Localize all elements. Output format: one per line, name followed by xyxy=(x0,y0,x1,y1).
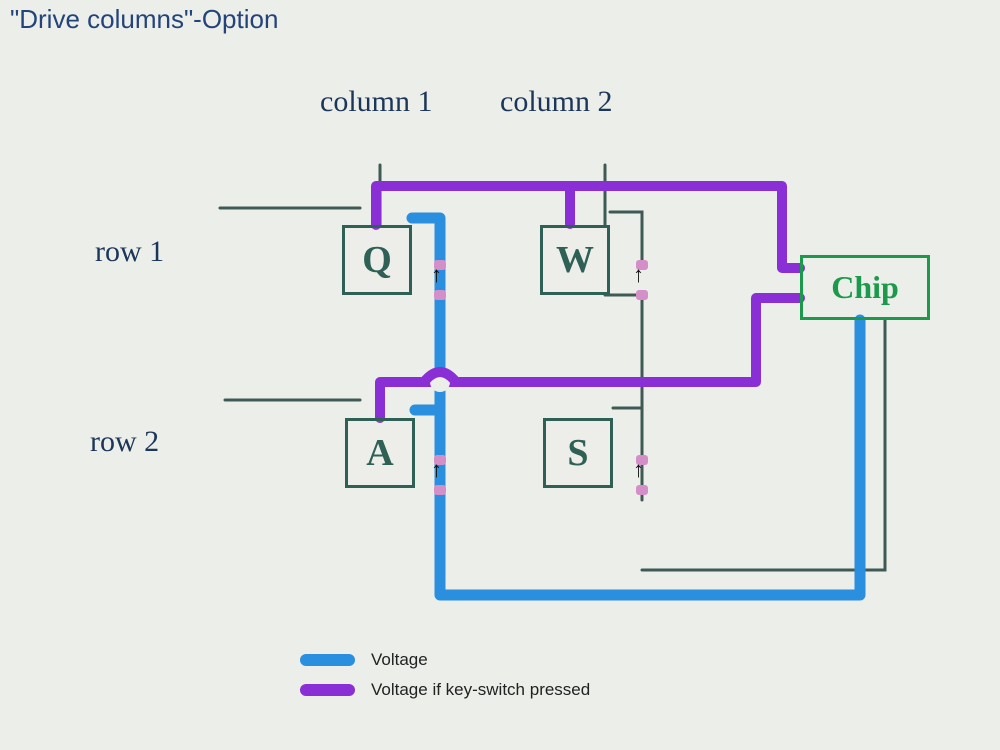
label-row-2: row 2 xyxy=(90,425,159,459)
legend-swatch-voltage xyxy=(300,654,355,666)
arrow-up-icon: ↑ xyxy=(431,264,442,286)
diode-a: ↑ xyxy=(433,455,447,495)
diode-w: ↑ xyxy=(635,260,649,300)
legend: Voltage Voltage if key-switch pressed xyxy=(300,650,590,710)
key-s: S xyxy=(543,418,613,488)
legend-label-voltage: Voltage xyxy=(371,650,428,670)
legend-voltage: Voltage xyxy=(300,650,590,670)
arrow-up-icon: ↑ xyxy=(431,459,442,481)
diode-q: ↑ xyxy=(433,260,447,300)
legend-swatch-voltage-pressed xyxy=(300,684,355,696)
arrow-up-icon: ↑ xyxy=(633,459,644,481)
arrow-up-icon: ↑ xyxy=(633,264,644,286)
diode-s: ↑ xyxy=(635,455,649,495)
label-column-1: column 1 xyxy=(320,85,433,119)
label-row-1: row 1 xyxy=(95,235,164,269)
key-a: A xyxy=(345,418,415,488)
chip-box: Chip xyxy=(800,255,930,320)
legend-label-voltage-pressed: Voltage if key-switch pressed xyxy=(371,680,590,700)
diagram-stage: "Drive columns"-Option column 1 column 2… xyxy=(0,0,1000,750)
key-w: W xyxy=(540,225,610,295)
key-q: Q xyxy=(342,225,412,295)
legend-voltage-pressed: Voltage if key-switch pressed xyxy=(300,680,590,700)
page-title: "Drive columns"-Option xyxy=(10,4,278,35)
label-column-2: column 2 xyxy=(500,85,613,119)
